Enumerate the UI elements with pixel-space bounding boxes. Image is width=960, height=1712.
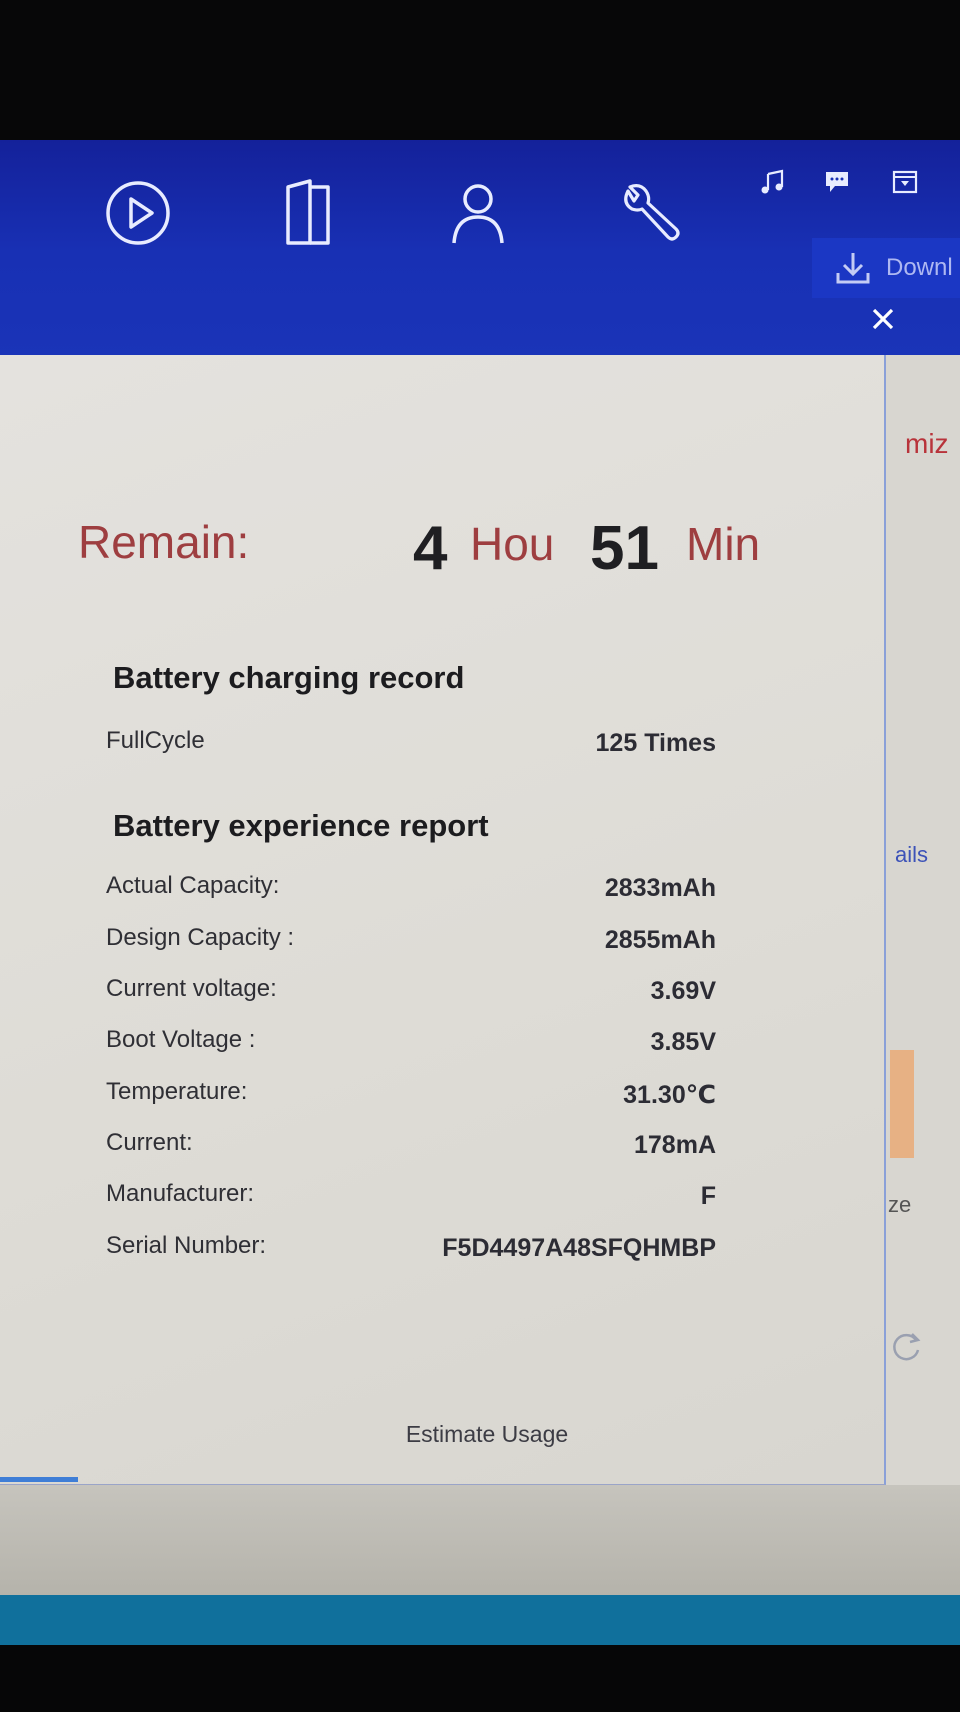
row-label: Current voltage:: [106, 975, 277, 1002]
background-optimize-text[interactable]: miz: [905, 428, 949, 460]
book-icon[interactable]: [270, 175, 346, 251]
row-value: 178mA: [634, 1131, 716, 1159]
background-details-link[interactable]: ails: [895, 842, 928, 868]
row-value: 2855mAh: [604, 926, 716, 954]
fullcycle-row: FullCycle 125 Times: [106, 727, 716, 767]
current-row: Current: 178mA: [106, 1129, 716, 1169]
download-label: Downl: [886, 254, 953, 281]
top-bezel: [0, 0, 960, 145]
remaining-hours-unit: Hou: [470, 518, 555, 570]
row-value: 125 Times: [595, 729, 716, 757]
bottom-bezel: [0, 1645, 960, 1712]
row-label: Current:: [106, 1129, 193, 1156]
refresh-icon[interactable]: [888, 1328, 924, 1364]
row-value: 31.30℃: [623, 1081, 716, 1109]
row-value: 3.85V: [650, 1028, 716, 1056]
remaining-hours-value: 4: [413, 514, 448, 583]
remaining-minutes-value: 51: [590, 514, 659, 583]
background-size-text: ze: [888, 1192, 912, 1217]
play-icon[interactable]: [100, 175, 176, 251]
remaining-time: Remain: 4 Hou 51 Min: [78, 505, 838, 595]
download-icon: [836, 253, 870, 284]
battery-dialog: Remain: 4 Hou 51 Min Battery charging re…: [0, 355, 886, 1485]
actual-capacity-row: Actual Capacity: 2833mAh: [106, 872, 716, 912]
row-label: Manufacturer:: [106, 1180, 255, 1207]
remaining-minutes-unit: Min: [686, 518, 761, 570]
desktop-background: [0, 1485, 960, 1595]
row-label: Design Capacity :: [106, 924, 295, 951]
boot-voltage-row: Boot Voltage : 3.85V: [106, 1026, 716, 1066]
close-button[interactable]: [866, 302, 900, 336]
temperature-row: Temperature: 31.30℃: [106, 1078, 716, 1118]
progress-indicator: [0, 1477, 78, 1482]
serial-number-row: Serial Number: F5D4497A48SFQHMBP: [106, 1232, 716, 1272]
row-value: F: [700, 1182, 716, 1210]
manufacturer-row: Manufacturer: F: [106, 1180, 716, 1220]
row-value: 2833mAh: [604, 874, 716, 902]
design-capacity-row: Design Capacity : 2855mAh: [106, 924, 716, 964]
background-window: [880, 355, 960, 1595]
row-value: F5D4497A48SFQHMBP: [442, 1234, 716, 1262]
row-label: Actual Capacity:: [106, 872, 280, 899]
music-icon[interactable]: [756, 165, 790, 199]
background-orange-bar: [890, 1050, 914, 1158]
row-label: FullCycle: [106, 727, 205, 754]
experience-report-title: Battery experience report: [113, 808, 489, 843]
current-voltage-row: Current voltage: 3.69V: [106, 975, 716, 1015]
row-value: 3.69V: [650, 977, 716, 1005]
estimate-usage-link[interactable]: Estimate Usage: [0, 1421, 960, 1448]
row-label: Serial Number:: [106, 1232, 267, 1259]
charging-record-title: Battery charging record: [113, 660, 465, 695]
remain-label: Remain:: [78, 516, 250, 568]
row-label: Temperature:: [106, 1078, 248, 1105]
user-icon[interactable]: [440, 175, 516, 251]
chat-icon[interactable]: [820, 165, 854, 199]
close-icon: [872, 308, 894, 330]
dropdown-icon[interactable]: [888, 165, 922, 199]
taskbar: [0, 1595, 960, 1645]
download-tab[interactable]: Downl: [812, 238, 960, 298]
wrench-icon[interactable]: [612, 175, 688, 251]
row-label: Boot Voltage :: [106, 1026, 256, 1053]
